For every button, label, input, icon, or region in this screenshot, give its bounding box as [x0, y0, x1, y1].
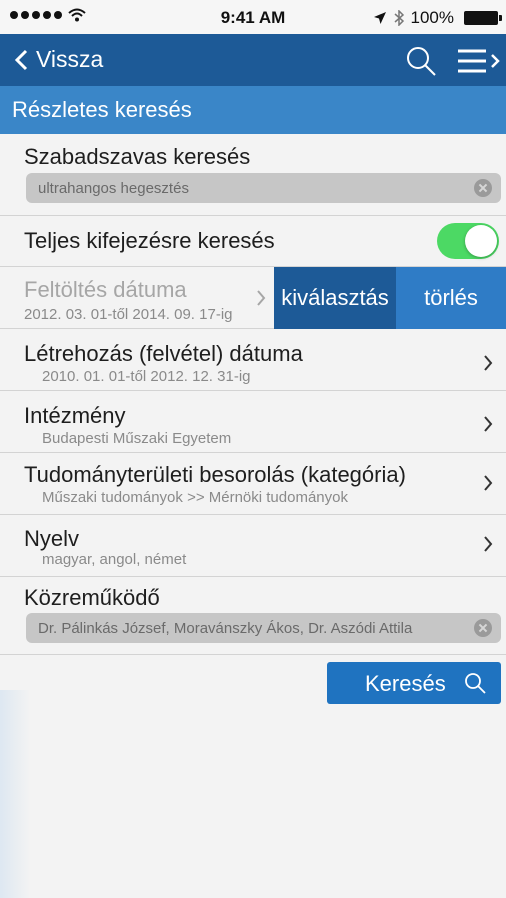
battery-icon	[464, 11, 502, 25]
upload-date-value: 2012. 03. 01-től 2014. 09. 17-ig	[24, 306, 233, 323]
chevron-right-icon	[484, 355, 493, 371]
chevron-right-icon	[484, 475, 493, 491]
created-date-label: Létrehozás (felvétel) dátuma	[24, 341, 303, 366]
background-sheen	[0, 690, 30, 898]
toggle-knob	[465, 225, 497, 257]
clear-icon[interactable]	[474, 179, 492, 197]
status-right: 100%	[373, 8, 502, 28]
category-label: Tudományterületi besorolás (kategória)	[24, 462, 406, 487]
created-date-value: 2010. 01. 01-től 2012. 12. 31-ig	[42, 368, 251, 385]
delete-button[interactable]: törlés	[396, 267, 506, 329]
exact-phrase-toggle[interactable]	[437, 223, 499, 259]
section-header: Részletes keresés	[0, 86, 506, 134]
language-value: magyar, angol, német	[42, 551, 187, 568]
back-label: Vissza	[36, 46, 104, 72]
free-text-value: ultrahangos hegesztés	[38, 179, 189, 197]
bluetooth-icon	[394, 10, 404, 26]
institution-label: Intézmény	[24, 403, 126, 428]
search-icon[interactable]	[404, 44, 438, 78]
created-date-row[interactable]: Létrehozás (felvétel) dátuma 2010. 01. 0…	[0, 329, 506, 391]
free-text-label: Szabadszavas keresés	[24, 144, 251, 169]
category-row[interactable]: Tudományterületi besorolás (kategória) M…	[0, 453, 506, 515]
navigation-bar: Vissza	[0, 34, 506, 86]
chevron-left-icon	[14, 49, 28, 70]
battery-percent: 100%	[410, 8, 454, 27]
chevron-right-icon	[484, 416, 493, 432]
institution-row[interactable]: Intézmény Budapesti Műszaki Egyetem	[0, 391, 506, 453]
exact-phrase-row: Teljes kifejezésre keresés	[0, 216, 506, 267]
chevron-right-icon	[484, 536, 493, 552]
search-button[interactable]: Keresés	[327, 662, 501, 704]
upload-date-label: Feltöltés dátuma	[24, 277, 187, 302]
institution-value: Budapesti Műszaki Egyetem	[42, 430, 232, 447]
chevron-right-icon	[257, 290, 266, 306]
exact-phrase-label: Teljes kifejezésre keresés	[24, 228, 275, 253]
back-button[interactable]: Vissza	[14, 46, 103, 73]
language-row[interactable]: Nyelv magyar, angol, német	[0, 515, 506, 577]
category-value: Műszaki tudományok >> Mérnöki tudományok	[42, 489, 348, 506]
search-button-label: Keresés	[365, 671, 446, 696]
upload-date-row[interactable]: Feltöltés dátuma 2012. 03. 01-től 2014. …	[0, 267, 506, 329]
location-arrow-icon	[373, 12, 386, 24]
contributor-value: Dr. Pálinkás József, Moravánszky Ákos, D…	[38, 619, 413, 637]
free-text-input[interactable]: ultrahangos hegesztés	[26, 173, 501, 203]
language-label: Nyelv	[24, 526, 80, 551]
hamburger-menu-icon[interactable]	[456, 46, 502, 76]
search-icon	[465, 673, 486, 694]
clear-icon[interactable]	[474, 619, 492, 637]
contributor-input[interactable]: Dr. Pálinkás József, Moravánszky Ákos, D…	[26, 613, 501, 643]
status-bar: 9:41 AM 100%	[0, 0, 506, 34]
select-button[interactable]: kiválasztás	[274, 267, 396, 329]
contributor-label: Közreműködő	[24, 585, 160, 610]
